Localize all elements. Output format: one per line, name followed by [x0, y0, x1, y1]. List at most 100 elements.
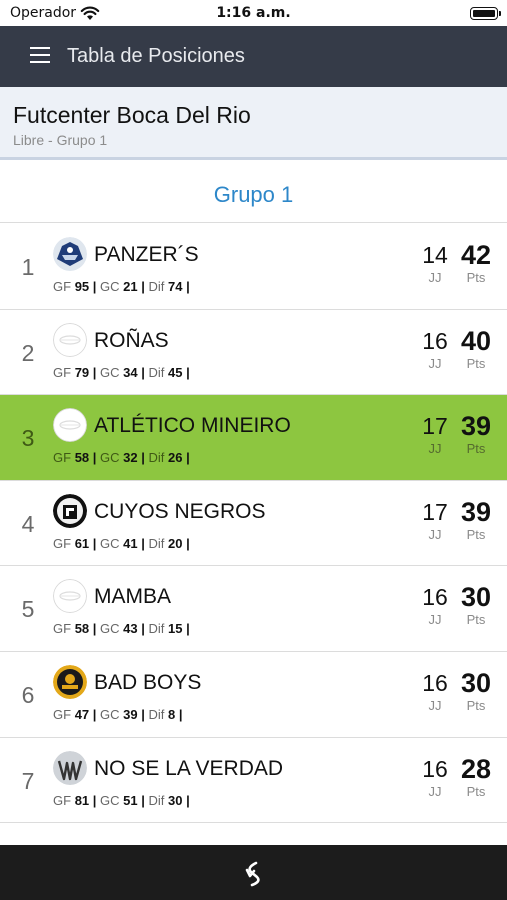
goal-stats: GF 47 | GC 39 | Dif 8 | — [53, 707, 183, 722]
separator: | — [141, 792, 145, 808]
jj-label: JJ — [428, 612, 442, 628]
gc-label: GC — [100, 621, 120, 637]
points: 39 — [460, 496, 492, 527]
dif-label: Dif — [148, 450, 165, 466]
separator: | — [141, 450, 145, 466]
standings-row[interactable]: 7 NO SE LA VERDAD GF 81 | GC 51 | Dif 30 |… — [0, 737, 507, 824]
gf-value: 58 — [74, 450, 90, 466]
gf-value: 58 — [74, 621, 90, 637]
separator: | — [186, 450, 190, 466]
gc-label: GC — [100, 706, 120, 722]
gf-label: GF — [53, 706, 72, 722]
team-name: ROÑAS — [94, 328, 169, 352]
points: 28 — [460, 753, 492, 784]
jj-label: JJ — [428, 697, 442, 713]
dif-value: 8 — [168, 706, 176, 722]
separator: | — [141, 364, 145, 380]
gf-label: GF — [53, 792, 72, 808]
panzers-logo-icon — [53, 237, 87, 271]
position-number: 4 — [21, 510, 35, 537]
pts-label: Pts — [466, 783, 486, 799]
default-team-logo-icon — [53, 579, 87, 614]
gc-label: GC — [100, 792, 120, 808]
gc-value: 41 — [123, 535, 138, 551]
dif-label: Dif — [148, 792, 165, 808]
dif-value: 26 — [168, 450, 183, 466]
separator: | — [92, 535, 97, 551]
jj-label: JJ — [428, 355, 442, 371]
standings-row[interactable]: 4 CUYOS NEGROS GF 61 | GC 41 | Dif 20 | 17 J… — [0, 480, 507, 567]
gf-label: GF — [53, 535, 72, 551]
separator: | — [186, 279, 190, 294]
goal-stats: GF 81 | GC 51 | Dif 30 | — [53, 793, 190, 808]
gf-label: GF — [53, 364, 72, 380]
dif-label: Dif — [148, 364, 165, 380]
nav-bar: Tabla de Posiciones — [0, 26, 507, 87]
separator: | — [186, 621, 190, 637]
gc-value: 21 — [123, 279, 138, 294]
dif-label: Dif — [148, 621, 165, 637]
default-team-logo-icon — [53, 322, 87, 357]
venue-subtitle: Libre - Grupo 1 — [13, 132, 108, 148]
jj-label: JJ — [428, 441, 442, 457]
jj-label: JJ — [428, 270, 442, 285]
gc-label: GC — [100, 535, 120, 551]
dif-value: 15 — [168, 621, 183, 637]
goal-stats: GF 95 | GC 21 | Dif 74 | — [53, 279, 190, 294]
gf-value: 95 — [74, 279, 90, 294]
gf-value: 47 — [74, 706, 90, 722]
hamburger-menu-icon[interactable] — [30, 47, 50, 63]
battery-icon — [470, 7, 501, 20]
points: 30 — [460, 582, 492, 613]
games-played: 16 — [422, 584, 448, 611]
separator: | — [141, 279, 145, 294]
standings-row[interactable]: 5 MAMBA GF 58 | GC 43 | Dif 15 | 16 JJ 30 Pts — [0, 566, 507, 652]
separator: | — [186, 535, 190, 551]
standings-row[interactable]: 3 ATLÉTICO MINEIRO GF 58 | GC 32 | Dif 26 … — [0, 395, 507, 481]
games-played: 17 — [422, 498, 448, 525]
gf-value: 81 — [74, 792, 90, 808]
bad-boys-logo-icon — [53, 664, 87, 699]
goal-stats: GF 79 | GC 34 | Dif 45 | — [53, 365, 190, 380]
games-played: 16 — [422, 669, 448, 696]
pts-label: Pts — [466, 441, 486, 457]
separator: | — [186, 792, 190, 808]
page-title: Tabla de Posiciones — [67, 45, 245, 67]
games-played: 16 — [422, 755, 448, 782]
back-arrow-icon[interactable] — [239, 858, 269, 888]
games-played: 14 — [422, 242, 448, 268]
pts-label: Pts — [466, 355, 486, 371]
position-number: 6 — [21, 681, 35, 708]
gc-label: GC — [100, 279, 120, 294]
team-name: MAMBA — [94, 585, 172, 609]
gc-value: 43 — [123, 621, 138, 637]
dif-value: 74 — [168, 279, 183, 294]
separator: | — [141, 706, 145, 722]
points: 42 — [460, 240, 492, 270]
separator: | — [178, 706, 183, 722]
pts-label: Pts — [466, 270, 486, 285]
points: 30 — [460, 667, 492, 698]
separator: | — [92, 364, 97, 380]
separator: | — [141, 621, 145, 637]
position-number: 7 — [21, 767, 35, 794]
standings-row[interactable]: 1 PANZER´S GF 95 | GC 21 | Dif 74 | 14 JJ 42 P… — [0, 224, 507, 310]
separator: | — [92, 792, 97, 808]
no-se-la-verdad-logo-icon — [53, 750, 87, 785]
gc-value: 32 — [123, 450, 138, 466]
default-team-logo-icon — [53, 408, 87, 443]
group-title: Grupo 1 — [213, 182, 294, 207]
separator: | — [92, 706, 97, 722]
dif-label: Dif — [148, 535, 165, 551]
dif-value: 30 — [168, 792, 183, 808]
separator: | — [141, 535, 145, 551]
standings-row[interactable]: 6 BAD BOYS GF 47 | GC 39 | Dif 8 | 16 JJ 30 Pt… — [0, 651, 507, 738]
standings-row[interactable]: 2 ROÑAS GF 79 | GC 34 | Dif 45 | 16 JJ 40 Pts — [0, 309, 507, 396]
gf-label: GF — [53, 621, 72, 637]
separator: | — [186, 364, 190, 380]
pts-label: Pts — [466, 612, 486, 628]
status-bar: Operador 1:16 a.m. — [0, 0, 507, 26]
separator: | — [92, 279, 97, 294]
gc-label: GC — [100, 364, 120, 380]
points: 40 — [460, 325, 492, 356]
